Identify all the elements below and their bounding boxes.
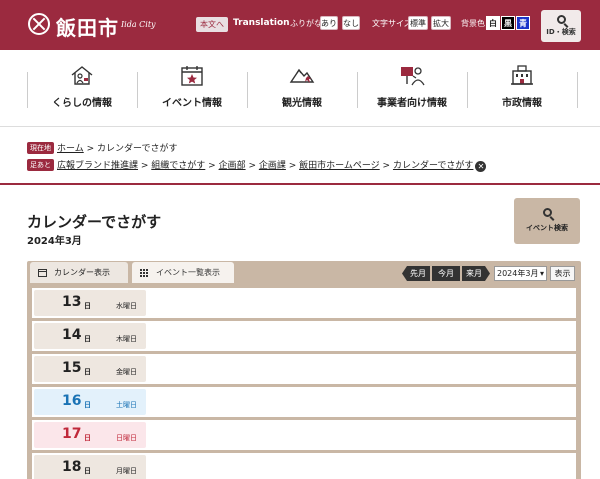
city-hall-icon	[511, 65, 533, 85]
trail-link[interactable]: 企画部	[219, 161, 246, 171]
trail-link[interactable]: カレンダーでさがす	[393, 161, 473, 171]
day-weekday: 月曜日	[116, 467, 137, 475]
day-suffix: 日	[84, 368, 91, 376]
day-number: 14	[62, 327, 82, 343]
next-month-button[interactable]: 来月	[462, 266, 490, 281]
nav-item-label: 事業者向け情報	[377, 98, 447, 109]
current-month: 2024年3月	[27, 236, 82, 247]
show-button[interactable]: 表示	[550, 266, 575, 281]
day-number: 13	[62, 294, 82, 310]
global-nav: くらしの情報 イベント情報 観光情報 事業者向け情報 市政情報	[0, 50, 600, 127]
grid-icon	[140, 269, 148, 277]
nav-item-living[interactable]: くらしの情報	[27, 50, 137, 127]
trail-tag: 足あと	[27, 159, 54, 171]
day-weekday: 金曜日	[116, 368, 137, 376]
house-person-icon	[71, 66, 93, 85]
nav-item-events[interactable]: イベント情報	[137, 50, 247, 127]
calendar-day-row: 18 日 月曜日	[32, 453, 576, 479]
breadcrumb-home-link[interactable]: ホーム	[57, 144, 84, 154]
bg-blue-button[interactable]: 青	[516, 16, 530, 30]
tab-event-list[interactable]: イベント一覧表示	[132, 262, 234, 283]
day-label-box: 15 日 金曜日	[34, 356, 146, 382]
id-search-label: ID・検索	[546, 28, 576, 36]
tab-calendar-view[interactable]: カレンダー表示	[30, 262, 128, 283]
current-month-button[interactable]: 今月	[432, 266, 460, 281]
day-number: 15	[62, 360, 82, 376]
font-large-button[interactable]: 拡大	[431, 16, 451, 30]
prev-month-button[interactable]: 先月	[402, 266, 430, 281]
city-logo-icon[interactable]	[28, 13, 50, 35]
bg-black-button[interactable]: 黒	[501, 16, 515, 30]
nav-item-label: 観光情報	[282, 98, 322, 109]
trail-link[interactable]: 広報ブランド推進課	[57, 161, 138, 171]
calendar-day-row: 15 日 金曜日	[32, 354, 576, 384]
nav-item-label: 市政情報	[502, 98, 542, 109]
font-size-label: 文字サイズ	[372, 19, 412, 28]
calendar-day-row: 16 日 土曜日	[32, 387, 576, 417]
month-select[interactable]: 2024年3月	[494, 266, 547, 281]
id-search-button[interactable]: ID・検索	[541, 10, 581, 42]
clear-trail-icon[interactable]: ✕	[475, 161, 487, 172]
day-label-box: 18 日 月曜日	[34, 455, 146, 479]
trail-link[interactable]: 飯田市ホームページ	[299, 161, 380, 171]
day-label-box: 17 日 日曜日	[34, 422, 146, 448]
font-standard-button[interactable]: 標準	[408, 16, 428, 30]
trail-link[interactable]: 組織でさがす	[151, 161, 205, 171]
event-search-label: イベント検索	[526, 224, 568, 232]
breadcrumb: ホーム > カレンダーでさがす	[57, 144, 178, 154]
day-label-box: 13 日 水曜日	[34, 290, 146, 316]
presenter-board-icon	[401, 67, 425, 86]
trail-link[interactable]: 企画課	[259, 161, 286, 171]
nav-item-label: イベント情報	[162, 98, 222, 109]
calendar-day-row: 17 日 日曜日	[32, 420, 576, 450]
day-weekday: 日曜日	[116, 434, 137, 442]
current-location-tag: 現在地	[27, 142, 54, 154]
day-suffix: 日	[84, 434, 91, 442]
site-name-en: Iida City	[121, 20, 156, 29]
page-title: カレンダーでさがす	[27, 213, 162, 231]
day-suffix: 日	[84, 302, 91, 310]
calendar-day-row: 13 日 水曜日	[32, 288, 576, 318]
search-icon	[542, 208, 552, 217]
day-weekday: 土曜日	[116, 401, 137, 409]
day-suffix: 日	[84, 401, 91, 409]
calendar-star-icon	[181, 66, 203, 86]
day-number: 17	[62, 426, 82, 442]
day-label-box: 14 日 木曜日	[34, 323, 146, 349]
day-suffix: 日	[84, 467, 91, 475]
nav-item-label: くらしの情報	[52, 98, 112, 109]
breadcrumb-current: カレンダーでさがす	[97, 144, 178, 154]
nav-item-tourism[interactable]: 観光情報	[247, 50, 357, 127]
day-weekday: 木曜日	[116, 335, 137, 343]
day-number: 18	[62, 459, 82, 475]
day-weekday: 水曜日	[116, 302, 137, 310]
site-name[interactable]: 飯田市	[56, 12, 119, 41]
bg-color-label: 背景色	[461, 19, 485, 28]
calendar-icon	[38, 269, 47, 277]
nav-divider	[577, 72, 578, 108]
furigana-label: ふりがな	[290, 19, 322, 28]
mountain-leaf-icon	[289, 68, 315, 83]
translation-link[interactable]: Translation	[233, 18, 290, 28]
skip-to-content-link[interactable]: 本文へ	[196, 17, 228, 32]
breadcrumb-area: 現在地 ホーム > カレンダーでさがす 足あと 広報ブランド推進課 > 組織でさ…	[0, 128, 600, 185]
day-suffix: 日	[84, 335, 91, 343]
event-search-button[interactable]: イベント検索	[514, 198, 580, 244]
tab-label: カレンダー表示	[54, 268, 110, 277]
furigana-on-button[interactable]: あり	[320, 16, 338, 30]
tab-label: イベント一覧表示	[156, 268, 220, 277]
day-label-box: 16 日 土曜日	[34, 389, 146, 415]
search-icon	[556, 15, 566, 24]
furigana-off-button[interactable]: なし	[342, 16, 360, 30]
nav-item-business[interactable]: 事業者向け情報	[357, 50, 467, 127]
history-trail: 広報ブランド推進課 > 組織でさがす > 企画部 > 企画課 > 飯田市ホームペ…	[57, 158, 487, 172]
calendar-day-row: 14 日 木曜日	[32, 321, 576, 351]
bg-white-button[interactable]: 白	[486, 16, 500, 30]
site-header: 飯田市 Iida City 本文へ Translation ふりがな あり なし…	[0, 0, 600, 50]
day-number: 16	[62, 393, 82, 409]
nav-item-city-admin[interactable]: 市政情報	[467, 50, 577, 127]
